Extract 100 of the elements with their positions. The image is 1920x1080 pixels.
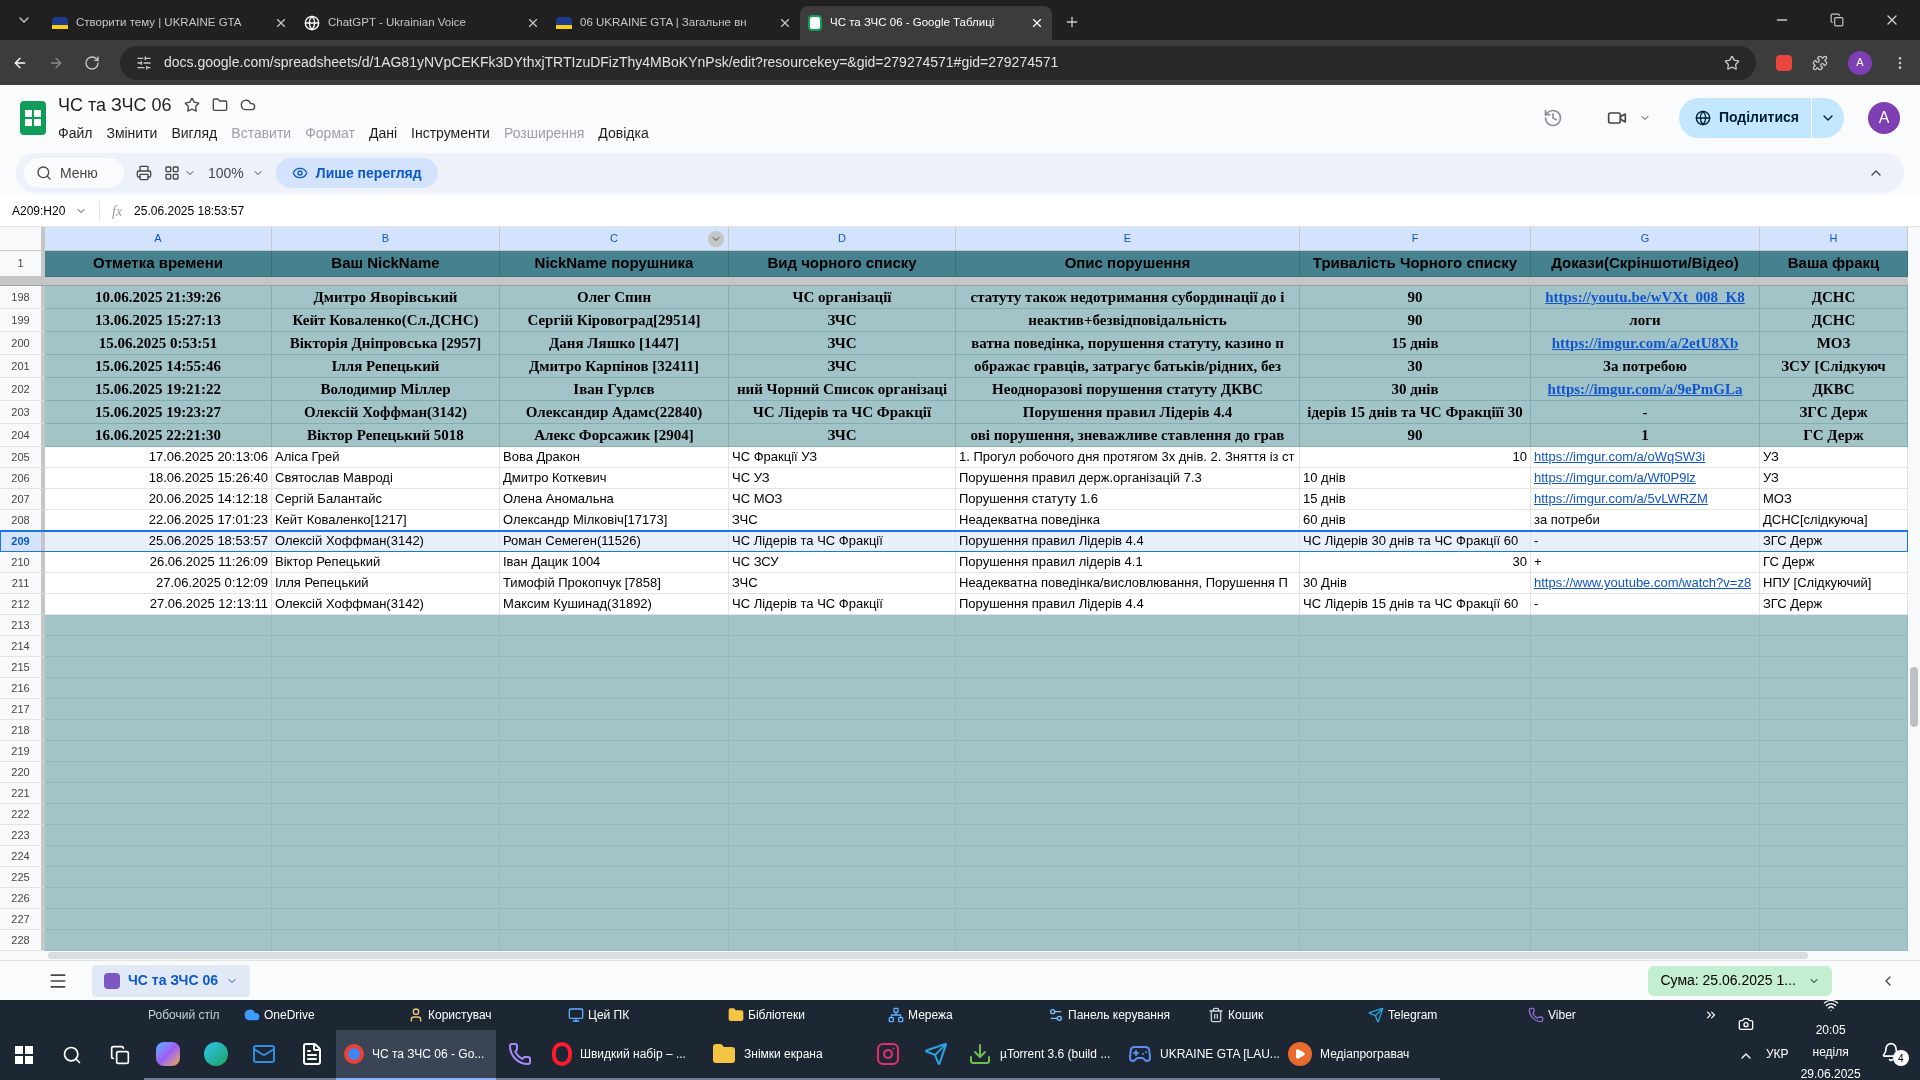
- restore-icon[interactable]: [1830, 13, 1844, 27]
- cell-link[interactable]: https://imgur.com/a/oWqSW3i: [1534, 447, 1706, 467]
- selected-row[interactable]: 209 25.06.2025 18:53:57 Олексій Хоффман(3142) Роман Семеген(11526) ЧС Лідерів та ЧС Фракції Порушення правил Лідерів 4.4 ЧС Лідерів 30 днів та ЧС Фракції 60 - ЗГС Держ: [0, 531, 1908, 552]
- close-icon[interactable]: [778, 16, 792, 30]
- table-row[interactable]: 207 20.06.2025 14:12:18 Сергій Балантайс Олена Аномальна ЧС МОЗ Порушення статуту 1.6 15 днів https://imgur.com/a/5vLWRZM МОЗ: [0, 489, 1908, 510]
- column-header[interactable]: B: [272, 227, 500, 250]
- filter-icon[interactable]: [708, 231, 724, 247]
- close-icon[interactable]: [274, 16, 288, 30]
- quick-link[interactable]: Панель керування: [1048, 1006, 1208, 1024]
- format-icon[interactable]: [164, 165, 180, 181]
- document-title[interactable]: ЧС та ЗЧС 06: [58, 91, 172, 119]
- column-header[interactable]: H: [1760, 227, 1908, 250]
- row-number[interactable]: 209: [0, 531, 45, 552]
- menu-item[interactable]: Інструменти: [411, 122, 490, 144]
- horizontal-scrollbar[interactable]: [48, 952, 1808, 959]
- network-icon[interactable]: [1822, 997, 1839, 1013]
- search-icon[interactable]: [62, 1045, 82, 1065]
- row-number[interactable]: 203: [0, 401, 45, 424]
- more-links-icon[interactable]: [1704, 1008, 1718, 1022]
- camera-icon[interactable]: [1738, 1016, 1754, 1032]
- row-number[interactable]: 217: [0, 699, 45, 720]
- history-icon[interactable]: [1542, 107, 1563, 128]
- zoom-dropdown[interactable]: 100%: [208, 162, 264, 184]
- row-number[interactable]: 211: [0, 573, 45, 594]
- menu-item[interactable]: Змінити: [106, 122, 158, 144]
- clock-time[interactable]: 20:05: [1815, 1021, 1846, 1039]
- row-number[interactable]: 222: [0, 804, 45, 825]
- row-number[interactable]: 224: [0, 846, 45, 867]
- quick-link[interactable]: Telegram: [1368, 1006, 1528, 1024]
- vertical-scrollbar[interactable]: [1910, 667, 1918, 727]
- view-only-button[interactable]: Лише перегляд: [275, 158, 438, 188]
- taskbar-app[interactable]: UKRAINE GTA [LAU...: [1120, 1030, 1280, 1080]
- formula-value[interactable]: 25.06.2025 18:53:57: [134, 202, 245, 220]
- column-header[interactable]: F: [1300, 227, 1531, 250]
- close-icon[interactable]: [526, 16, 540, 30]
- address-bar[interactable]: docs.google.com/spreadsheets/d/1AG81yNVpCEKFk3DYthxjTRTIzuDFizThy4MBoKYnPsk/edit?resourcekey=&gid=279274571#gid=279274571: [120, 45, 1756, 80]
- name-box[interactable]: A209:H20: [0, 201, 100, 221]
- column-header[interactable]: D: [729, 227, 956, 250]
- row-number[interactable]: 205: [0, 447, 45, 468]
- row-number[interactable]: 199: [0, 309, 45, 332]
- row-number[interactable]: 220: [0, 762, 45, 783]
- row-number[interactable]: 204: [0, 424, 45, 447]
- menu-item[interactable]: Дані: [368, 122, 397, 144]
- row-number[interactable]: 213: [0, 615, 45, 636]
- quick-link[interactable]: Цей ПК: [568, 1006, 728, 1024]
- row-number[interactable]: 223: [0, 825, 45, 846]
- browser-tab[interactable]: ChatGPT - Ukrainian Voice: [296, 6, 548, 40]
- new-tab-icon[interactable]: [1064, 14, 1080, 30]
- column-header[interactable]: E: [956, 227, 1300, 250]
- account-avatar[interactable]: A: [1868, 101, 1900, 134]
- column-header[interactable]: A: [45, 227, 272, 250]
- table-row[interactable]: 210 26.06.2025 11:26:09 Віктор Репецький Іван Дацик 1004 ЧС ЗСУ Порушення правил лідерів 4.1 30 + ГС Держ: [0, 552, 1908, 573]
- column-header[interactable]: C: [500, 227, 729, 250]
- quick-link[interactable]: Бібліотеки: [728, 1006, 888, 1024]
- extensions-icon[interactable]: [1812, 54, 1828, 71]
- cell-link[interactable]: https://imgur.com/a/5vLWRZM: [1534, 489, 1708, 509]
- row-number[interactable]: 216: [0, 678, 45, 699]
- row-number[interactable]: 202: [0, 378, 45, 401]
- sum-dropdown[interactable]: Сума: 25.06.2025 1...: [1648, 965, 1832, 996]
- row-number[interactable]: 219: [0, 741, 45, 762]
- profile-avatar[interactable]: A: [1848, 50, 1872, 75]
- column-header[interactable]: G: [1531, 227, 1760, 250]
- menu-item[interactable]: Файл: [58, 122, 93, 144]
- row-number[interactable]: 226: [0, 888, 45, 909]
- sheet-tab[interactable]: ЧС та ЗЧС 06: [92, 964, 250, 997]
- taskbar-app[interactable]: Медіапрогравач: [1280, 1030, 1440, 1080]
- task-view-icon[interactable]: [110, 1045, 130, 1065]
- row-number[interactable]: 1: [0, 251, 45, 277]
- quick-link[interactable]: Viber: [1528, 1006, 1688, 1024]
- row-number[interactable]: 206: [0, 468, 45, 489]
- close-icon[interactable]: [1030, 16, 1044, 30]
- row-number[interactable]: 201: [0, 355, 45, 378]
- row-number[interactable]: 228: [0, 930, 45, 951]
- star-icon[interactable]: [183, 97, 200, 113]
- menu-item[interactable]: Вигляд: [171, 122, 218, 144]
- menu-item[interactable]: Довідка: [598, 122, 649, 144]
- site-settings-icon[interactable]: [136, 54, 152, 71]
- quick-link[interactable]: Користувач: [408, 1006, 568, 1024]
- row-number[interactable]: 215: [0, 657, 45, 678]
- browser-tab[interactable]: ЧС та ЗЧС 06 - Google Таблиці: [800, 6, 1052, 40]
- cloud-icon[interactable]: [239, 97, 256, 113]
- row-number[interactable]: 208: [0, 510, 45, 531]
- taskbar-app[interactable]: Швидкий набір – ...: [544, 1030, 704, 1080]
- quick-link[interactable]: Мережа: [888, 1006, 1048, 1024]
- taskbar-app[interactable]: Знімки екрана: [704, 1030, 864, 1080]
- row-number[interactable]: 210: [0, 552, 45, 573]
- print-icon[interactable]: [136, 165, 152, 181]
- row-number[interactable]: 212: [0, 594, 45, 615]
- row-number[interactable]: 225: [0, 867, 45, 888]
- reload-icon[interactable]: [84, 54, 100, 71]
- quick-link[interactable]: Кошик: [1208, 1006, 1368, 1024]
- row-number[interactable]: 218: [0, 720, 45, 741]
- browser-tab[interactable]: 06 UKRAINE GTA | Загальне вн: [548, 6, 800, 40]
- row-number[interactable]: 207: [0, 489, 45, 510]
- row-number[interactable]: 200: [0, 332, 45, 355]
- browser-tab[interactable]: Створити тему | UKRAINE GTA: [44, 6, 296, 40]
- cell-link[interactable]: https://imgur.com/a/Wf0P9lz: [1534, 468, 1696, 488]
- start-icon[interactable]: [15, 1046, 33, 1064]
- sheets-logo-icon[interactable]: [20, 100, 46, 135]
- row-number[interactable]: 221: [0, 783, 45, 804]
